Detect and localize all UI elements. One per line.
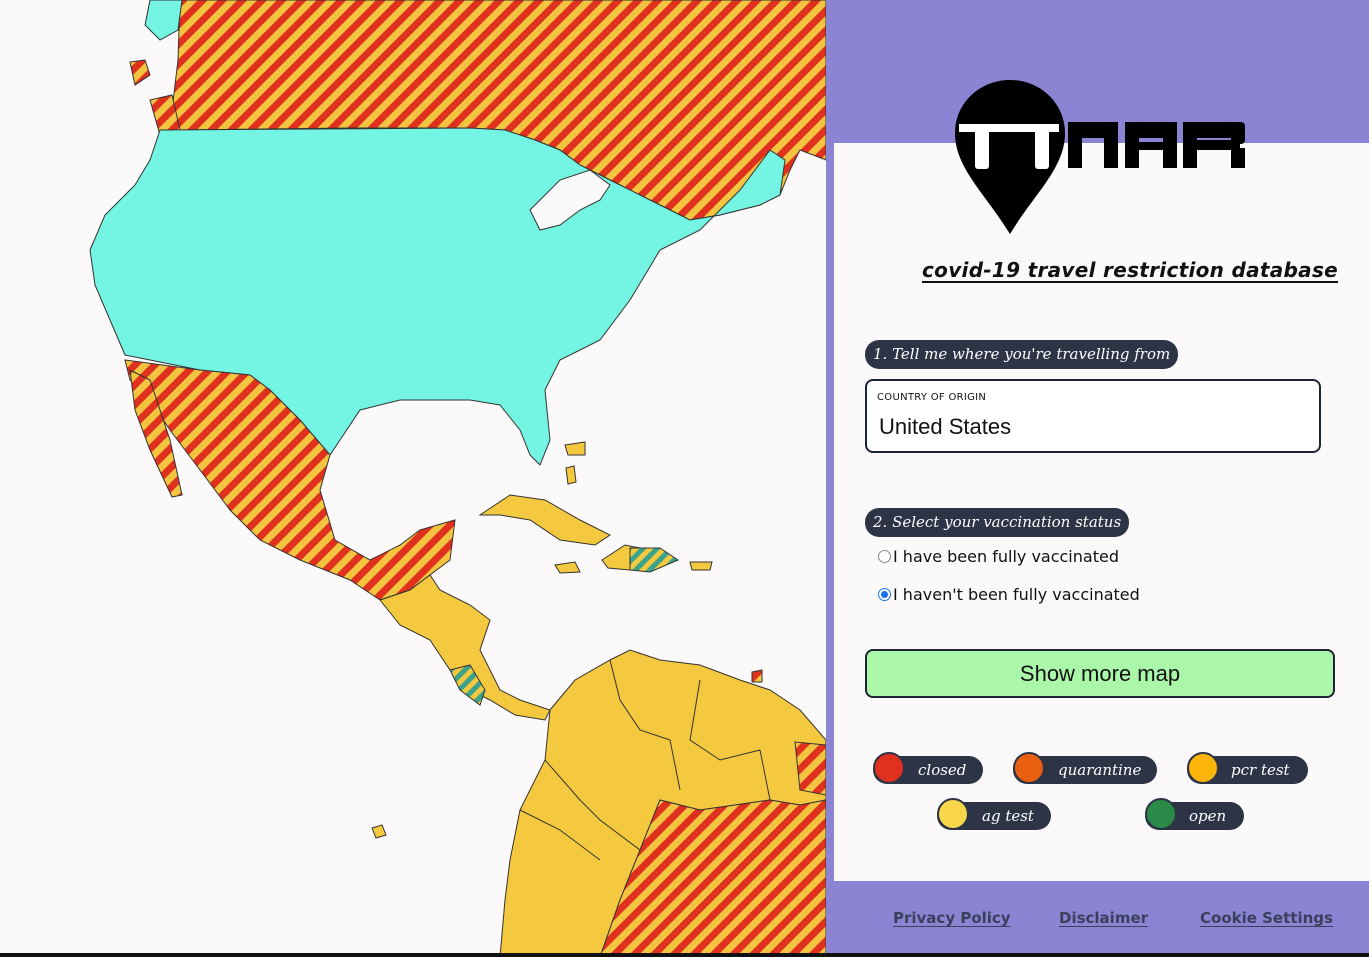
island-galapagos[interactable] (371, 824, 387, 839)
island-bahamas[interactable] (564, 441, 586, 456)
legend-quarantine-label: quarantine (1058, 761, 1142, 779)
step-vaccination-prompt: 2. Select your vaccination status (865, 508, 1130, 537)
legend-quarantine-swatch (1013, 752, 1045, 784)
legend-ag-test-swatch (937, 798, 969, 830)
legend-open-swatch (1145, 798, 1177, 830)
not-vaccinated-label[interactable]: I haven't been fully vaccinated (893, 585, 1140, 604)
app-subtitle: covid-19 travel restriction database (922, 258, 1339, 282)
legend-pcr-test-swatch (1187, 752, 1219, 784)
legend-pcr-test: pcr test (1187, 752, 1308, 784)
world-map[interactable] (0, 0, 826, 957)
country-guyana[interactable] (794, 741, 826, 796)
not-vaccinated-radio[interactable] (878, 588, 891, 601)
legend-ag-test-label: ag test (982, 807, 1034, 825)
island-red[interactable] (129, 59, 151, 86)
country-cuba[interactable] (478, 494, 611, 546)
map-canvas[interactable] (0, 0, 826, 957)
not-vaccinated-option[interactable]: I haven't been fully vaccinated (878, 584, 1140, 606)
cookie-settings-link[interactable]: Cookie Settings (1200, 909, 1333, 927)
legend-ag-test: ag test (937, 798, 1051, 830)
island-bahamas-2[interactable] (565, 465, 577, 485)
bottom-border (0, 953, 1369, 957)
logo (955, 80, 1245, 234)
country-alaska-fragment[interactable] (144, 0, 183, 41)
disclaimer-link[interactable]: Disclaimer (1059, 909, 1148, 927)
legend-closed-label: closed (918, 761, 967, 779)
legend-closed-swatch (873, 752, 905, 784)
country-dominican-republic[interactable] (629, 547, 680, 573)
country-of-origin-field[interactable]: COUNTRY OF ORIGIN United States (865, 379, 1321, 453)
origin-label: COUNTRY OF ORIGIN (877, 392, 987, 403)
vaccinated-option[interactable]: I have been fully vaccinated (878, 546, 1119, 568)
legend-open: open (1145, 798, 1244, 830)
legend-open-label: open (1189, 807, 1227, 825)
country-puerto-rico[interactable] (689, 561, 713, 571)
legend-quarantine: quarantine (1013, 752, 1157, 784)
origin-value[interactable]: United States (879, 414, 1011, 440)
privacy-policy-link[interactable]: Privacy Policy (893, 909, 1011, 927)
vaccinated-radio[interactable] (878, 550, 891, 563)
island-trinidad[interactable] (751, 669, 763, 683)
step-origin-prompt: 1. Tell me where you're travelling from (865, 340, 1179, 369)
vaccinated-label[interactable]: I have been fully vaccinated (893, 547, 1119, 566)
legend-closed: closed (873, 752, 983, 784)
country-central-america[interactable] (379, 574, 551, 721)
panel-left-band (826, 0, 834, 957)
country-jamaica[interactable] (554, 561, 581, 574)
show-more-map-button[interactable]: Show more map (865, 649, 1335, 698)
legend-pcr-test-label: pcr test (1231, 761, 1290, 779)
